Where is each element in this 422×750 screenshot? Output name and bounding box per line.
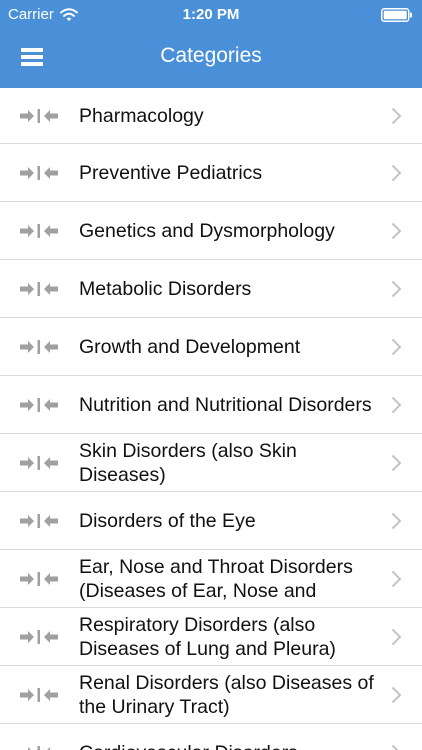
chevron-right-icon	[391, 454, 402, 471]
categories-list: Pharmacology Preventive Pediatrics Genet…	[0, 88, 422, 750]
category-row[interactable]: Cardiovascular Disorders	[0, 724, 422, 750]
category-row[interactable]: Disorders of the Eye	[0, 492, 422, 550]
collapse-arrows-icon	[20, 571, 58, 586]
chevron-right-icon	[391, 107, 402, 124]
chevron-right-icon	[391, 222, 402, 239]
category-row[interactable]: Skin Disorders (also Skin Diseases)	[0, 434, 422, 492]
category-row[interactable]: Pharmacology	[0, 88, 422, 144]
chevron-right-icon	[391, 164, 402, 181]
category-label: Growth and Development	[79, 335, 301, 358]
category-row[interactable]: Renal Disorders (also Diseases of the Ur…	[0, 666, 422, 724]
collapse-arrows-icon	[20, 165, 58, 180]
chevron-right-icon	[391, 744, 399, 750]
category-label: Renal Disorders (also Diseases of the Ur…	[79, 671, 374, 718]
collapse-arrows-icon	[20, 687, 58, 702]
collapse-arrows-icon	[20, 455, 58, 470]
chevron-right-icon	[391, 396, 402, 413]
app-header: Carrier 1:20 PM Categories	[0, 0, 422, 88]
category-label: Disorders of the Eye	[79, 509, 256, 532]
category-label: Genetics and Dysmorphology	[79, 219, 335, 242]
category-label: Metabolic Disorders	[79, 277, 252, 300]
collapse-arrows-icon	[20, 281, 58, 296]
category-row[interactable]: Growth and Development	[0, 318, 422, 376]
page-title: Categories	[160, 44, 262, 67]
collapse-arrows-icon	[20, 108, 58, 123]
collapse-arrows-icon	[20, 339, 58, 354]
category-row[interactable]: Metabolic Disorders	[0, 260, 422, 318]
category-label: Skin Disorders (also Skin Diseases)	[79, 439, 297, 486]
chevron-right-icon	[391, 686, 402, 703]
chevron-right-icon	[391, 280, 402, 297]
chevron-right-icon	[391, 570, 402, 587]
chevron-right-icon	[391, 628, 402, 645]
collapse-arrows-icon	[20, 223, 58, 238]
category-row[interactable]: Preventive Pediatrics	[0, 144, 422, 202]
collapse-arrows-icon	[20, 397, 58, 412]
collapse-arrows-icon	[20, 629, 58, 644]
collapse-arrows-icon	[20, 513, 58, 528]
category-label: Respiratory Disorders (also Diseases of …	[79, 613, 336, 660]
category-label: Pharmacology	[79, 104, 204, 127]
category-label: Nutrition and Nutritional Disorders	[79, 393, 372, 416]
category-row[interactable]: Nutrition and Nutritional Disorders	[0, 376, 422, 434]
collapse-arrows-icon	[20, 745, 58, 750]
status-time: 1:20 PM	[182, 6, 240, 23]
category-row[interactable]: Respiratory Disorders (also Diseases of …	[0, 608, 422, 666]
chevron-right-icon	[391, 338, 402, 355]
category-label: Cardiovascular Disorders	[79, 741, 382, 750]
category-label: Ear, Nose and Throat Disorders (Diseases…	[79, 555, 353, 602]
category-row[interactable]: Genetics and Dysmorphology	[0, 202, 422, 260]
category-row[interactable]: Ear, Nose and Throat Disorders (Diseases…	[0, 550, 422, 608]
chevron-right-icon	[391, 512, 402, 529]
status-bar: Carrier 1:20 PM	[0, 0, 422, 30]
battery-icon	[381, 8, 412, 22]
category-label: Preventive Pediatrics	[79, 161, 263, 184]
navigation-bar: Categories	[0, 30, 422, 88]
